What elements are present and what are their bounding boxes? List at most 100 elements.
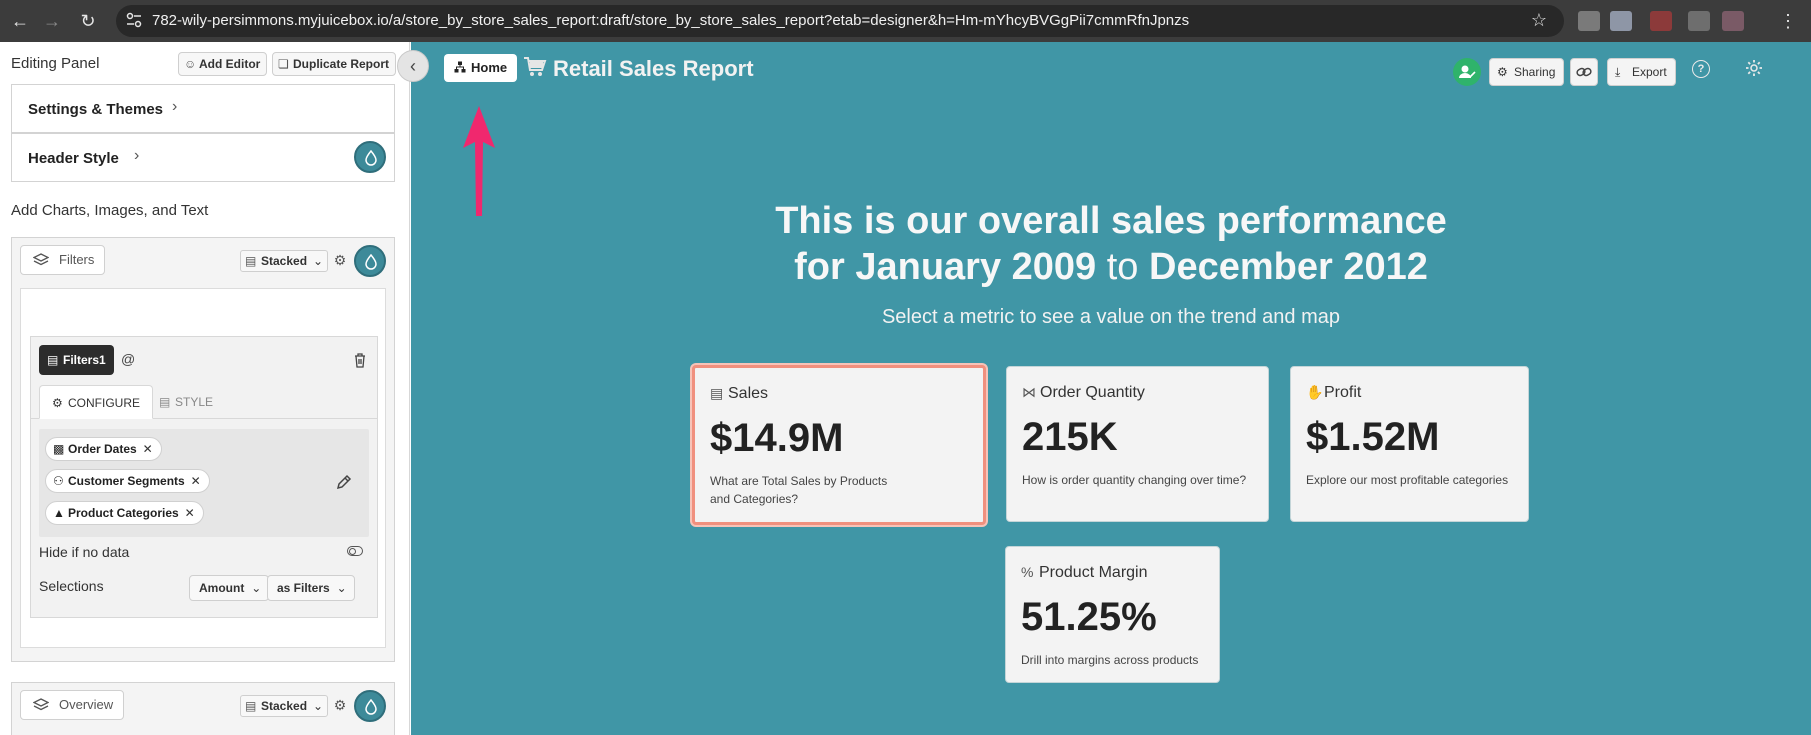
report-title: Retail Sales Report xyxy=(553,56,754,81)
gear-icon: ⚙ xyxy=(1497,65,1508,79)
color-drop-icon[interactable] xyxy=(354,141,386,173)
chip-product-categories[interactable]: ▲ Product Categories ✕ xyxy=(45,501,204,525)
metric-card-product-margin[interactable]: % Product Margin 51.25% Drill into margin… xyxy=(1005,546,1220,683)
user-edit-icon[interactable] xyxy=(1453,58,1481,86)
close-icon[interactable]: ✕ xyxy=(185,502,195,524)
close-icon[interactable]: ✕ xyxy=(191,470,201,492)
forward-icon[interactable]: → xyxy=(40,9,64,33)
link-icon xyxy=(1576,67,1592,77)
as-filters-dropdown[interactable]: as Filters ⌄ xyxy=(267,575,355,601)
sitemap-icon: ▲ xyxy=(53,506,65,520)
back-icon[interactable]: ← xyxy=(8,9,32,33)
collapse-panel-button[interactable]: ‹ xyxy=(397,50,429,82)
cart-icon xyxy=(524,57,547,76)
metric-label: ▤ Sales xyxy=(710,385,769,402)
percent-icon: % xyxy=(1021,564,1034,580)
stacked-dropdown[interactable]: ▤ Stacked ⌄ xyxy=(240,250,329,272)
users-icon: ⚇ xyxy=(53,474,64,488)
filters-content-area: ▤ Filters1 @ ⚙ CONFIGURE ▤ STYLE ▩ Order Dat… xyxy=(20,288,386,648)
add-editor-button[interactable]: ☺ Add Editor xyxy=(178,52,268,76)
filter-icon: ▤ xyxy=(47,353,59,367)
metric-description: Drill into margins across products xyxy=(1021,653,1199,667)
editing-panel: Editing Panel ☺ Add Editor ❏ Duplicate Rep… xyxy=(0,42,410,735)
browser-menu-icon[interactable]: ⋮ xyxy=(1778,9,1798,33)
settings-themes-label: Settings & Themes xyxy=(28,101,164,118)
download-icon: ⤓ xyxy=(1615,65,1621,79)
settings-gear-icon[interactable] xyxy=(1744,58,1764,78)
chevron-down-icon: ⌄ xyxy=(312,699,324,713)
tab-style[interactable]: ▤ STYLE xyxy=(147,385,225,419)
add-charts-label: Add Charts, Images, and Text xyxy=(11,202,209,219)
chevron-down-icon: ⌄ xyxy=(312,254,324,268)
layers-icon xyxy=(33,698,49,711)
metric-label: ✋Profit xyxy=(1306,384,1362,401)
extension-icon[interactable] xyxy=(1722,11,1744,31)
style-icon: ▤ xyxy=(159,395,171,409)
hand-holding-dollar-icon: ✋ xyxy=(1306,384,1324,400)
copy-icon: ❏ xyxy=(278,57,289,71)
header-style-label: Header Style xyxy=(28,150,119,167)
extension-icon[interactable] xyxy=(1578,11,1600,31)
metric-card-order-quantity[interactable]: ⋈ Order Quantity 215K How is order quanti… xyxy=(1006,366,1269,522)
bookmark-star-icon[interactable]: ☆ xyxy=(1528,9,1550,31)
settings-themes-section[interactable]: Settings & Themes › xyxy=(11,84,395,133)
url-text[interactable]: 782-wily-persimmons.myjuicebox.io/a/stor… xyxy=(152,12,1189,29)
chip-customer-segments[interactable]: ⚇ Customer Segments ✕ xyxy=(45,469,210,493)
chevron-down-icon: ⌄ xyxy=(251,581,262,595)
metric-description: How is order quantity changing over time… xyxy=(1022,473,1247,487)
tally-icon: ⋈ xyxy=(1022,384,1036,400)
stacked-dropdown[interactable]: ▤ Stacked ⌄ xyxy=(240,695,329,717)
chevron-down-icon: ⌄ xyxy=(336,581,347,595)
export-button[interactable]: ⤓ Export xyxy=(1607,58,1676,86)
headline-line2: for January 2009 to December 2012 xyxy=(794,246,1428,288)
color-drop-icon[interactable] xyxy=(354,245,386,277)
layers-icon xyxy=(33,253,49,266)
metric-label: ⋈ Order Quantity xyxy=(1022,384,1145,401)
copy-link-button[interactable] xyxy=(1570,58,1598,86)
pencil-icon[interactable] xyxy=(335,473,353,491)
tab-configure[interactable]: ⚙ CONFIGURE xyxy=(39,385,153,419)
chevron-right-icon: › xyxy=(172,98,178,115)
filters-layer-button[interactable]: Filters xyxy=(20,245,106,275)
metric-card-sales[interactable]: ▤ Sales $14.9M What are Total Sales by Pr… xyxy=(692,365,986,525)
trash-icon[interactable] xyxy=(353,352,367,368)
gear-icon[interactable]: ⚙ xyxy=(332,697,348,714)
metric-card-profit[interactable]: ✋Profit $1.52M Explore our most profitab… xyxy=(1290,366,1529,522)
site-settings-icon[interactable] xyxy=(123,9,145,31)
reload-icon[interactable]: ↻ xyxy=(76,9,100,33)
filters-layer-card: Filters ▤ Stacked ⌄ ⚙ ▤ Filters1 @ ⚙ CONFIGU… xyxy=(11,237,395,662)
filters1-block: ▤ Filters1 @ ⚙ CONFIGURE ▤ STYLE ▩ Order Dat… xyxy=(30,336,378,618)
filters1-tag[interactable]: ▤ Filters1 xyxy=(39,345,114,375)
header-style-section[interactable]: Header Style › xyxy=(11,133,395,182)
selections-label: Selections xyxy=(39,578,104,594)
hide-if-no-data-toggle[interactable] xyxy=(347,546,363,556)
chevron-right-icon: › xyxy=(134,147,140,164)
hide-if-no-data-label: Hide if no data xyxy=(39,544,130,560)
sitemap-icon xyxy=(454,61,466,73)
extension-icon[interactable] xyxy=(1610,11,1632,31)
layout-icon: ▤ xyxy=(245,699,257,713)
help-icon[interactable]: ? xyxy=(1692,60,1710,78)
metric-value: 51.25% xyxy=(1021,595,1157,639)
report-canvas: Home Retail Sales Report ⚙ Sharing ⤓ Expor… xyxy=(411,42,1811,735)
amount-dropdown[interactable]: Amount ⌄ xyxy=(189,575,270,601)
filter-chips-area: ▩ Order Dates ✕ ⚇ Customer Segments ✕ ▲ Produ… xyxy=(39,429,369,537)
metric-value: $14.9M xyxy=(710,416,844,460)
duplicate-report-button[interactable]: ❏ Duplicate Report xyxy=(272,52,397,76)
chip-order-dates[interactable]: ▩ Order Dates ✕ xyxy=(45,437,162,461)
overview-layer-card: Overview ▤ Stacked ⌄ ⚙ xyxy=(11,682,395,735)
metric-label: % Product Margin xyxy=(1021,564,1148,581)
extension-icon[interactable] xyxy=(1650,11,1672,31)
home-button[interactable]: Home xyxy=(444,54,518,82)
gear-icon: ⚙ xyxy=(52,396,63,410)
extension-icon[interactable] xyxy=(1688,11,1710,31)
metric-description: Explore our most profitable categories xyxy=(1306,473,1509,487)
gear-icon[interactable]: ⚙ xyxy=(332,252,348,269)
sharing-button[interactable]: ⚙ Sharing xyxy=(1489,58,1565,86)
close-icon[interactable]: ✕ xyxy=(143,438,153,460)
at-icon[interactable]: @ xyxy=(121,351,135,367)
calendar-icon: ▩ xyxy=(53,442,65,456)
layout-icon: ▤ xyxy=(245,254,257,268)
overview-layer-button[interactable]: Overview xyxy=(20,690,125,720)
color-drop-icon[interactable] xyxy=(354,690,386,722)
